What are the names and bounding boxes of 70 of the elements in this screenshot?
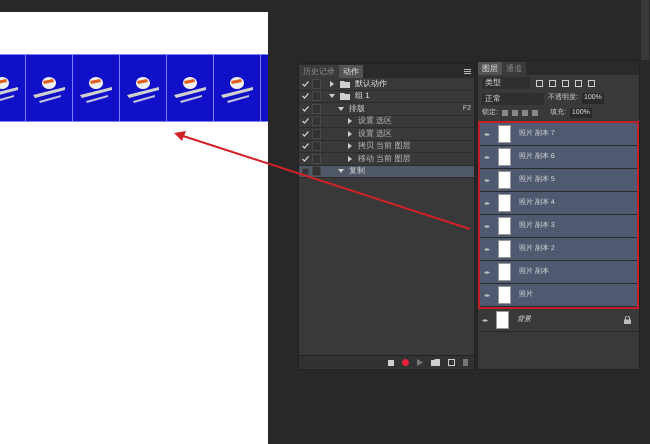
action-label[interactable]: 移动 当前 图层: [358, 152, 410, 165]
collapsed-triangle-icon[interactable]: [347, 118, 353, 124]
folder-icon[interactable]: [431, 359, 440, 366]
eye-icon[interactable]: [484, 246, 490, 252]
panel-tab[interactable]: 历史记录: [299, 65, 339, 78]
play-icon[interactable]: [417, 359, 423, 366]
stop-icon[interactable]: [388, 360, 394, 366]
layer-thumbnail: [498, 171, 511, 189]
eye-icon[interactable]: [484, 270, 490, 274]
lock-options-icon[interactable]: [502, 110, 538, 116]
check-icon[interactable]: [302, 106, 308, 112]
eye-icon[interactable]: [484, 132, 490, 136]
collapsed-triangle-icon[interactable]: [347, 130, 353, 137]
layer-thumbnail: [496, 311, 509, 329]
layer-thumbnail: [498, 194, 511, 212]
action-label[interactable]: 设置 选区: [358, 128, 392, 140]
image-filter-icon[interactable]: [536, 80, 543, 86]
dialog-toggle[interactable]: [312, 91, 321, 102]
eye-icon[interactable]: [484, 178, 490, 182]
shape-filter-icon[interactable]: [575, 80, 582, 86]
action-label[interactable]: 默认动作: [355, 78, 387, 90]
record-icon[interactable]: [402, 359, 409, 366]
action-label[interactable]: 复制: [349, 165, 365, 178]
dialog-toggle[interactable]: [312, 78, 321, 89]
dialog-toggle[interactable]: [312, 154, 321, 164]
dialog-toggle[interactable]: [312, 128, 321, 139]
action-label[interactable]: 组 1: [355, 90, 370, 102]
eye-icon[interactable]: [484, 200, 490, 206]
eye-icon[interactable]: [484, 292, 490, 298]
check-icon[interactable]: [302, 143, 308, 150]
layer-thumbnail: [498, 217, 511, 235]
check-icon[interactable]: [302, 93, 308, 100]
layer-thumbnail: [498, 240, 511, 258]
collapsed-triangle-icon[interactable]: [347, 143, 353, 150]
smart-filter-icon[interactable]: [588, 80, 595, 86]
lock-icon[interactable]: [624, 316, 631, 324]
action-label[interactable]: 排版: [349, 102, 365, 115]
panel-tab[interactable]: 动作: [339, 65, 363, 78]
text-filter-icon[interactable]: [562, 80, 569, 86]
dialog-toggle[interactable]: [312, 141, 321, 152]
dialog-toggle[interactable]: [312, 166, 321, 176]
layer-thumbnail: [498, 286, 511, 304]
check-icon[interactable]: [302, 118, 308, 124]
expanded-triangle-icon[interactable]: [338, 106, 344, 112]
panel-menu-icon[interactable]: [464, 69, 471, 74]
filter-dropdown[interactable]: 类型: [482, 77, 530, 89]
action-label[interactable]: 拷贝 当前 图层: [358, 140, 410, 152]
check-icon[interactable]: [302, 156, 308, 162]
adjustment-filter-icon[interactable]: [549, 80, 556, 86]
collapsed-triangle-icon[interactable]: [329, 80, 335, 87]
panel-tab[interactable]: 图层: [478, 62, 502, 75]
layer-thumbnail: [498, 148, 511, 166]
empty-check-slot[interactable]: [302, 168, 308, 175]
expanded-triangle-icon[interactable]: [338, 168, 344, 174]
eye-icon[interactable]: [484, 154, 490, 160]
expanded-triangle-icon[interactable]: [329, 93, 335, 100]
blend-mode-dropdown[interactable]: 正常: [482, 92, 544, 104]
action-label[interactable]: 设置 选区: [358, 115, 392, 128]
check-icon[interactable]: [302, 80, 308, 87]
collapsed-triangle-icon[interactable]: [347, 156, 353, 162]
dialog-toggle[interactable]: [312, 116, 321, 126]
panel-tab[interactable]: 通道: [502, 62, 526, 75]
new-item-icon[interactable]: [448, 359, 455, 366]
eye-icon[interactable]: [484, 224, 490, 228]
tool-strip: [641, 0, 649, 60]
check-icon[interactable]: [302, 130, 308, 137]
layer-thumbnail: [498, 125, 511, 143]
eye-icon[interactable]: [482, 318, 488, 322]
dialog-toggle[interactable]: [312, 104, 321, 114]
layer-thumbnail: [498, 263, 511, 281]
